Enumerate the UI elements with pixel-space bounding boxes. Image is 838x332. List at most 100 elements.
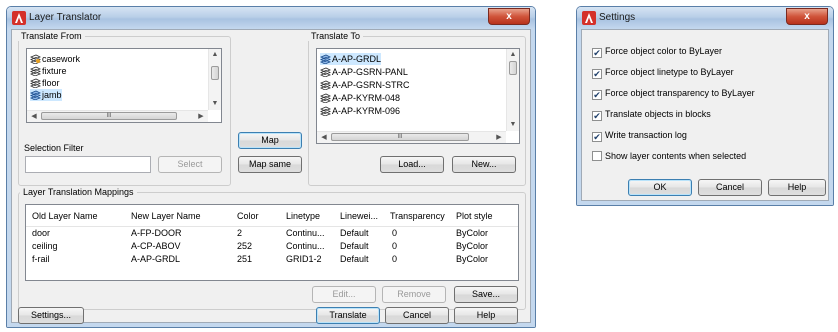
scroll-thumb[interactable]: III (41, 112, 177, 120)
list-item[interactable]: A-AP-GSRN-PANL (320, 66, 408, 78)
table-row[interactable]: door A-FP-DOOR 2 Continu... Default 0 By… (26, 228, 518, 240)
scroll-right-icon[interactable]: ▶ (493, 133, 505, 143)
list-item[interactable]: A-AP-KYRM-096 (320, 105, 400, 117)
map-same-button[interactable]: Map same (238, 156, 302, 173)
title-bar[interactable]: Layer Translator x (7, 7, 535, 29)
help-button[interactable]: Help (768, 179, 826, 196)
vertical-scrollbar[interactable]: ▲ ▼ (506, 49, 519, 131)
remove-button[interactable]: Remove (382, 286, 446, 303)
option-force-color[interactable]: ✔ Force object color to ByLayer (592, 45, 723, 58)
save-button[interactable]: Save... (454, 286, 518, 303)
scroll-thumb[interactable] (509, 61, 517, 75)
layer-stack-icon (30, 78, 41, 88)
list-item[interactable]: A-AP-GSRN-STRC (320, 79, 410, 91)
checkbox[interactable]: ✔ (592, 111, 602, 121)
option-show-layer-contents[interactable]: Show layer contents when selected (592, 150, 746, 162)
checkbox[interactable]: ✔ (592, 48, 602, 58)
list-item[interactable]: A-AP-GRDL (320, 53, 382, 65)
cancel-button[interactable]: Cancel (385, 307, 449, 324)
table-cell: GRID1-2 (286, 254, 322, 264)
table-row[interactable]: ceiling A-CP-ABOV 252 Continu... Default… (26, 241, 518, 253)
scroll-up-icon[interactable]: ▲ (209, 50, 221, 60)
option-translate-blocks[interactable]: ✔ Translate objects in blocks (592, 108, 711, 121)
list-item-label: A-AP-GSRN-STRC (332, 80, 410, 90)
translate-from-list[interactable]: casework fixture floor jamb ▲ ▼ ◀ III ▶ (26, 48, 222, 123)
checkbox[interactable]: ✔ (592, 132, 602, 142)
horizontal-scrollbar[interactable]: ◀ III ▶ (317, 131, 506, 143)
title-bar[interactable]: Settings x (577, 7, 833, 29)
scroll-down-icon[interactable]: ▼ (209, 99, 221, 109)
table-cell: A-AP-GRDL (131, 254, 181, 264)
list-item[interactable]: jamb (30, 89, 62, 101)
table-cell: door (32, 228, 51, 238)
load-button[interactable]: Load... (380, 156, 444, 173)
layer-translator-window: Layer Translator x Translate From casewo… (6, 6, 536, 328)
scroll-left-icon[interactable]: ◀ (28, 112, 40, 122)
table-cell: 2 (237, 228, 243, 238)
option-force-transparency[interactable]: ✔ Force object transparency to ByLayer (592, 87, 755, 100)
option-label: Force object transparency to ByLayer (605, 88, 755, 98)
horizontal-scrollbar[interactable]: ◀ III ▶ (27, 110, 208, 122)
translate-to-list[interactable]: A-AP-GRDL A-AP-GSRN-PANL A-AP-GSRN-STRC … (316, 48, 520, 144)
option-force-linetype[interactable]: ✔ Force object linetype to ByLayer (592, 66, 734, 79)
scroll-grip: III (397, 134, 403, 140)
list-item-label: A-AP-GSRN-PANL (332, 67, 408, 77)
new-button[interactable]: New... (452, 156, 516, 173)
list-item[interactable]: A-AP-KYRM-048 (320, 92, 400, 104)
list-item[interactable]: casework (30, 53, 80, 65)
table-cell: Default (340, 241, 369, 251)
settings-client-area: ✔ Force object color to ByLayer ✔ Force ob… (581, 29, 829, 201)
select-button[interactable]: Select (158, 156, 222, 173)
translate-button[interactable]: Translate (316, 307, 380, 324)
autocad-app-icon (582, 11, 596, 25)
column-header[interactable]: Linewei... (340, 211, 378, 221)
help-button[interactable]: Help (454, 307, 518, 324)
edit-button[interactable]: Edit... (312, 286, 376, 303)
scroll-left-icon[interactable]: ◀ (318, 133, 330, 143)
column-header[interactable]: New Layer Name (131, 211, 201, 221)
autocad-app-icon (12, 11, 26, 25)
map-button[interactable]: Map (238, 132, 302, 149)
selection-filter-input[interactable] (25, 156, 151, 173)
checkbox[interactable] (592, 151, 602, 161)
cancel-button[interactable]: Cancel (698, 179, 762, 196)
window-title: Settings (599, 12, 636, 23)
table-cell: 251 (237, 254, 253, 264)
mappings-table[interactable]: Old Layer Name New Layer Name Color Line… (25, 204, 519, 281)
translate-from-label: Translate From (18, 31, 85, 41)
column-header[interactable]: Old Layer Name (32, 211, 98, 221)
settings-button[interactable]: Settings... (18, 307, 84, 324)
scroll-up-icon[interactable]: ▲ (507, 50, 519, 60)
column-header[interactable]: Linetype (286, 211, 320, 221)
option-write-log[interactable]: ✔ Write transaction log (592, 129, 687, 142)
column-header[interactable]: Color (237, 211, 259, 221)
list-item-label: jamb (42, 90, 62, 100)
window-title: Layer Translator (29, 12, 102, 23)
table-cell: ByColor (456, 241, 489, 251)
table-row[interactable]: f-rail A-AP-GRDL 251 GRID1-2 Default 0 B… (26, 254, 518, 266)
column-header[interactable]: Plot style (456, 211, 493, 221)
column-header[interactable]: Transparency (390, 211, 445, 221)
table-cell: A-FP-DOOR (131, 228, 182, 238)
option-label: Force object color to ByLayer (605, 46, 723, 56)
vertical-scrollbar[interactable]: ▲ ▼ (208, 49, 221, 110)
ok-button[interactable]: OK (628, 179, 692, 196)
scroll-grip: III (106, 113, 112, 119)
layer-stack-icon (320, 80, 331, 90)
table-cell: Continu... (286, 241, 325, 251)
scroll-right-icon[interactable]: ▶ (195, 112, 207, 122)
list-item[interactable]: fixture (30, 65, 67, 77)
scroll-thumb[interactable]: III (331, 133, 469, 141)
list-item[interactable]: floor (30, 77, 60, 89)
settings-window: Settings x ✔ Force object color to ByLaye… (576, 6, 834, 206)
scroll-thumb[interactable] (211, 66, 219, 80)
table-cell: 0 (392, 254, 398, 264)
close-button[interactable]: x (488, 8, 530, 25)
checkbox[interactable]: ✔ (592, 90, 602, 100)
scroll-down-icon[interactable]: ▼ (507, 120, 519, 130)
layer-stack-icon (30, 54, 41, 64)
close-button[interactable]: x (786, 8, 828, 25)
checkbox[interactable]: ✔ (592, 69, 602, 79)
table-cell: f-rail (32, 254, 50, 264)
list-item-label: casework (42, 54, 81, 64)
